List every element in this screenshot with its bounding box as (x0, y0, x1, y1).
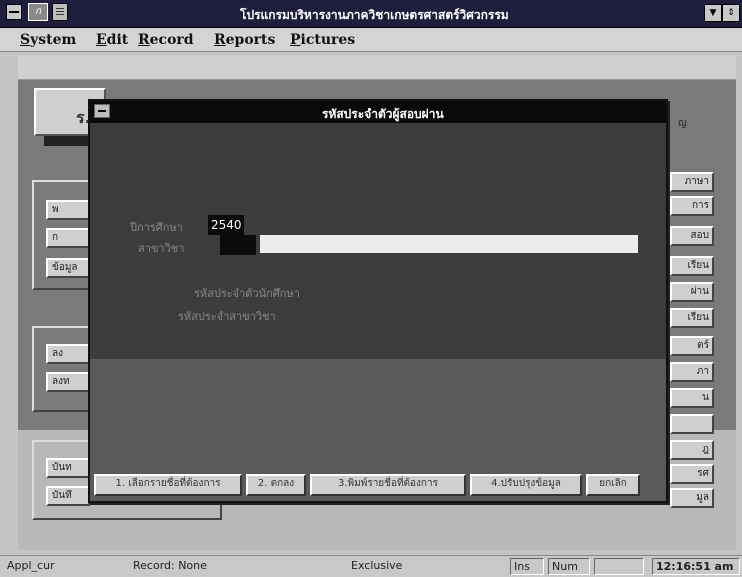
dialog-system-menu-icon[interactable] (94, 104, 110, 118)
right-tab-12[interactable]: รศ (670, 464, 714, 484)
bg-button-1[interactable]: พ (46, 200, 90, 220)
bg-button-6[interactable]: บันท (46, 458, 90, 478)
dialog-title-bar: รหัสประจำตัวผู้สอบผ่าน (90, 101, 666, 123)
dialog-title: รหัสประจำตัวผู้สอบผ่าน (322, 107, 444, 121)
background-toolbar (18, 56, 736, 80)
update-data-button[interactable]: 4.ปรับปรุงข้อมูล (470, 474, 582, 496)
window-title: โปรแกรมบริหารงานภาควิชาเกษตรศาสตร์วิศวกร… (240, 8, 509, 22)
document-icon (52, 3, 68, 21)
app-icon: ก (28, 3, 48, 21)
major-id-label: รหัสประจำสาขาวิชา (178, 310, 276, 323)
bg-button-4[interactable]: ลง (46, 344, 90, 364)
minimize-button[interactable]: ▼ (704, 4, 722, 22)
department-code-field[interactable] (220, 235, 256, 255)
menu-edit-accel: E (96, 32, 107, 48)
menu-reports-label: eports (225, 32, 276, 48)
restore-button[interactable]: ⇕ (722, 4, 740, 22)
student-id-label: รหัสประจำตัวนักศึกษา (194, 287, 300, 300)
menu-record-label: ecord (149, 32, 194, 48)
passed-student-id-dialog: รหัสประจำตัวผู้สอบผ่าน ปีการศึกษา 2540 ส… (88, 99, 668, 503)
menu-edit-label: dit (106, 32, 129, 48)
department-label: สาขาวิชา (138, 242, 185, 255)
status-clock: 12:16:51 am (652, 558, 740, 575)
bg-button-2[interactable]: ก (46, 228, 90, 248)
right-tab-4[interactable]: เรียน (670, 256, 714, 276)
status-mode: Exclusive (351, 559, 403, 572)
menu-edit[interactable]: Edit (96, 32, 128, 48)
right-tab-3[interactable]: สอบ (670, 226, 714, 246)
status-blank (594, 558, 644, 575)
menu-pictures-accel: P (290, 32, 301, 48)
status-appl: Appl_cur (7, 559, 55, 572)
menu-reports[interactable]: Reports (214, 32, 275, 48)
department-name-field[interactable] (260, 235, 638, 253)
right-tab-11[interactable]: ฎ (670, 440, 714, 460)
right-tab-5[interactable]: ผ่าน (670, 282, 714, 302)
right-tab-6[interactable]: เรียน (670, 308, 714, 328)
right-tab-9[interactable]: น (670, 388, 714, 408)
main-window: ก โปรแกรมบริหารงานภาควิชาเกษตรศาสตร์วิศว… (0, 0, 742, 577)
menu-pictures-label: ictures (300, 32, 356, 48)
right-tab-1[interactable]: ภาษา (670, 172, 714, 192)
ok-button[interactable]: 2. ตกลง (246, 474, 306, 496)
menu-system-label: ystem (30, 32, 77, 48)
year-label: ปีการศึกษา (130, 221, 183, 234)
title-bar: ก โปรแกรมบริหารงานภาควิชาเกษตรศาสตร์วิศว… (0, 0, 742, 28)
right-tab-8[interactable]: ภา (670, 362, 714, 382)
right-tab-7[interactable]: ตร์ (670, 336, 714, 356)
menu-record[interactable]: Record (138, 32, 194, 48)
background-right-label: ญ (678, 118, 687, 129)
menu-pictures[interactable]: Pictures (290, 32, 355, 48)
right-tab-10[interactable] (670, 414, 714, 434)
status-record: Record: None (133, 559, 207, 572)
menu-system-accel: S (20, 32, 31, 48)
select-names-button[interactable]: 1. เลือกรายชื่อที่ต้องการ (94, 474, 242, 496)
system-menu-icon[interactable] (6, 4, 22, 20)
year-input[interactable]: 2540 (208, 215, 244, 235)
menu-reports-accel: R (214, 32, 226, 48)
menu-bar: System Edit Record Reports Pictures (0, 28, 742, 52)
print-names-button[interactable]: 3.พิมพ์รายชื่อที่ต้องการ (310, 474, 466, 496)
status-num: Num (548, 558, 590, 575)
status-bar: Appl_cur Record: None Exclusive Ins Num … (0, 555, 742, 577)
status-ins: Ins (510, 558, 544, 575)
cancel-button[interactable]: ยกเลิก (586, 474, 640, 496)
bg-button-7[interactable]: บันทึ (46, 486, 90, 506)
bg-button-3[interactable]: ข้อมูล (46, 258, 90, 278)
right-tab-2[interactable]: การ (670, 196, 714, 216)
menu-system[interactable]: System (20, 32, 76, 48)
right-tab-13[interactable]: มูล (670, 488, 714, 508)
bg-button-5[interactable]: ลงท (46, 372, 90, 392)
menu-record-accel: R (138, 32, 150, 48)
